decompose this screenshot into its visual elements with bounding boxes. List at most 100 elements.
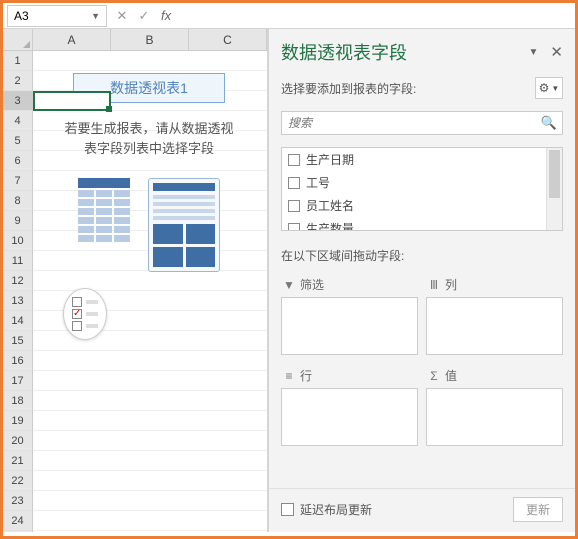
grid-row: 21 bbox=[3, 451, 267, 471]
checkbox[interactable] bbox=[288, 223, 300, 232]
row-cells[interactable] bbox=[33, 331, 267, 351]
name-box-value: A3 bbox=[14, 9, 29, 23]
row-header[interactable]: 14 bbox=[3, 311, 33, 331]
row-header[interactable]: 25 bbox=[3, 531, 33, 532]
rows-dropzone[interactable] bbox=[281, 388, 418, 446]
row-header[interactable]: 3 bbox=[3, 91, 33, 111]
main-area: A B C 1234567891011121314151617181920212… bbox=[3, 29, 575, 532]
row-header[interactable]: 21 bbox=[3, 451, 33, 471]
field-item[interactable]: 生产日期 bbox=[282, 148, 562, 171]
row-cells[interactable] bbox=[33, 451, 267, 471]
defer-layout-checkbox[interactable] bbox=[281, 503, 294, 516]
column-header[interactable]: C bbox=[189, 29, 267, 50]
row-header[interactable]: 16 bbox=[3, 351, 33, 371]
row-header[interactable]: 22 bbox=[3, 471, 33, 491]
update-button[interactable]: 更新 bbox=[513, 497, 563, 522]
filter-icon: ▼ bbox=[283, 278, 295, 292]
row-header[interactable]: 20 bbox=[3, 431, 33, 451]
row-cells[interactable] bbox=[33, 391, 267, 411]
chevron-down-icon: ▼ bbox=[551, 84, 559, 93]
column-header-row: A B C bbox=[3, 29, 267, 51]
grid-row: 24 bbox=[3, 511, 267, 531]
rows-icon: ≡ bbox=[283, 369, 295, 383]
row-header[interactable]: 19 bbox=[3, 411, 33, 431]
name-box[interactable]: A3 ▼ bbox=[7, 5, 107, 27]
values-dropzone[interactable] bbox=[426, 388, 563, 446]
row-cells[interactable] bbox=[33, 51, 267, 71]
pane-menu-icon[interactable]: ▼ bbox=[529, 47, 539, 58]
row-header[interactable]: 12 bbox=[3, 271, 33, 291]
row-header[interactable]: 9 bbox=[3, 211, 33, 231]
row-header[interactable]: 10 bbox=[3, 231, 33, 251]
checkbox[interactable] bbox=[288, 154, 300, 166]
select-all-corner[interactable] bbox=[3, 29, 33, 50]
fx-label[interactable]: fx bbox=[155, 8, 177, 23]
row-cells[interactable] bbox=[33, 431, 267, 451]
field-list[interactable]: 生产日期 工号 员工姓名 生产数量 bbox=[281, 147, 563, 231]
row-header[interactable]: 6 bbox=[3, 151, 33, 171]
active-cell[interactable] bbox=[33, 91, 111, 111]
row-cells[interactable] bbox=[33, 511, 267, 531]
pane-subtitle-row: 选择要添加到报表的字段: ⚙▼ bbox=[269, 71, 575, 105]
search-input[interactable] bbox=[281, 111, 563, 135]
cancel-formula-icon: ✕ bbox=[111, 5, 133, 27]
row-header[interactable]: 4 bbox=[3, 111, 33, 131]
columns-dropzone[interactable] bbox=[426, 297, 563, 355]
pivot-fields-pane: 数据透视表字段 ▼ ✕ 选择要添加到报表的字段: ⚙▼ 🔍 生产日期 工号 员工… bbox=[268, 29, 575, 532]
table-illustration-icon bbox=[78, 178, 130, 272]
pane-header: 数据透视表字段 ▼ ✕ bbox=[269, 29, 575, 71]
area-values: Σ值 bbox=[426, 363, 563, 446]
row-header[interactable]: 1 bbox=[3, 51, 33, 71]
checkbox[interactable] bbox=[288, 177, 300, 189]
row-cells[interactable] bbox=[33, 471, 267, 491]
scrollbar-thumb[interactable] bbox=[549, 150, 560, 198]
pane-footer: 延迟布局更新 更新 bbox=[269, 488, 575, 532]
row-header[interactable]: 11 bbox=[3, 251, 33, 271]
row-header[interactable]: 13 bbox=[3, 291, 33, 311]
columns-icon: Ⅲ bbox=[428, 278, 440, 292]
close-icon[interactable]: ✕ bbox=[550, 43, 563, 61]
row-header[interactable]: 24 bbox=[3, 511, 33, 531]
grid-row: 19 bbox=[3, 411, 267, 431]
pivot-illustration bbox=[39, 178, 259, 272]
grid-row: 23 bbox=[3, 491, 267, 511]
grid-row: 16 bbox=[3, 351, 267, 371]
row-header[interactable]: 2 bbox=[3, 71, 33, 91]
checklist-illustration-icon bbox=[63, 288, 107, 340]
filter-dropzone[interactable] bbox=[281, 297, 418, 355]
row-cells[interactable] bbox=[33, 531, 267, 532]
grid-row: 12 bbox=[3, 271, 267, 291]
form-illustration-icon bbox=[148, 178, 220, 272]
field-item[interactable]: 工号 bbox=[282, 171, 562, 194]
row-cells[interactable] bbox=[33, 351, 267, 371]
row-cells[interactable] bbox=[33, 411, 267, 431]
chevron-down-icon[interactable]: ▼ bbox=[91, 11, 100, 21]
field-item[interactable]: 员工姓名 bbox=[282, 194, 562, 217]
area-rows: ≡行 bbox=[281, 363, 418, 446]
row-header[interactable]: 8 bbox=[3, 191, 33, 211]
column-header[interactable]: B bbox=[111, 29, 189, 50]
column-header[interactable]: A bbox=[33, 29, 111, 50]
field-item[interactable]: 生产数量 bbox=[282, 217, 562, 231]
row-header[interactable]: 7 bbox=[3, 171, 33, 191]
row-header[interactable]: 18 bbox=[3, 391, 33, 411]
scrollbar[interactable] bbox=[546, 148, 562, 230]
row-cells[interactable] bbox=[33, 271, 267, 291]
row-cells[interactable] bbox=[33, 491, 267, 511]
grid-row: 1 bbox=[3, 51, 267, 71]
row-header[interactable]: 17 bbox=[3, 371, 33, 391]
defer-layout-label: 延迟布局更新 bbox=[300, 501, 372, 518]
grid-row: 15 bbox=[3, 331, 267, 351]
row-header[interactable]: 15 bbox=[3, 331, 33, 351]
gear-button[interactable]: ⚙▼ bbox=[535, 77, 563, 99]
grid-row: 14 bbox=[3, 311, 267, 331]
checkbox[interactable] bbox=[288, 200, 300, 212]
row-header[interactable]: 5 bbox=[3, 131, 33, 151]
areas-label: 在以下区域间拖动字段: bbox=[269, 231, 575, 272]
areas-grid: ▼筛选 Ⅲ列 ≡行 Σ值 bbox=[269, 272, 575, 446]
search-icon[interactable]: 🔍 bbox=[541, 115, 557, 131]
values-icon: Σ bbox=[428, 369, 440, 383]
row-cells[interactable] bbox=[33, 371, 267, 391]
row-header[interactable]: 23 bbox=[3, 491, 33, 511]
grid-row: 20 bbox=[3, 431, 267, 451]
